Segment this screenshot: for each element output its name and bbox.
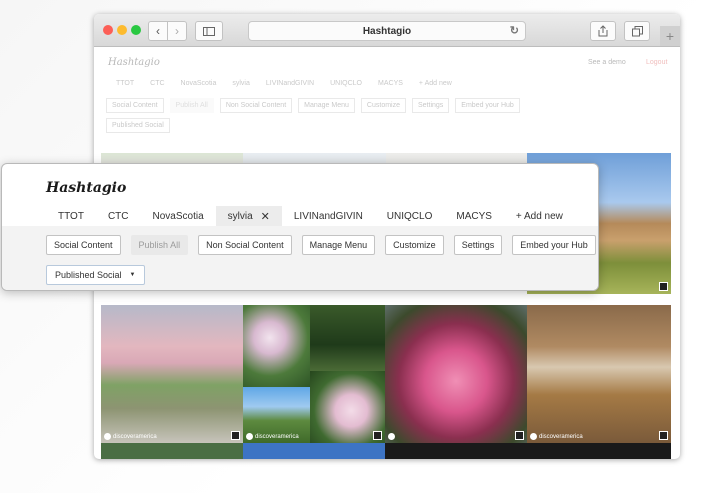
hub-toolbar-panel: Hashtagio TTOT CTC NovaScotia sylvia ✕ LI… xyxy=(1,163,599,291)
tab-ttot[interactable]: TTOT xyxy=(46,206,96,226)
bg-tab[interactable]: NovaScotia xyxy=(181,80,217,87)
bg-tab[interactable]: MACYS xyxy=(378,80,403,87)
bg-button[interactable]: Manage Menu xyxy=(298,98,355,113)
hashtagio-logo[interactable]: Hashtagio xyxy=(46,180,126,196)
settings-button[interactable]: Settings xyxy=(453,235,503,255)
photo-credit: discoveramerica xyxy=(530,433,583,440)
credit-text: discoveramerica xyxy=(113,433,157,440)
expand-icon[interactable] xyxy=(659,282,668,291)
tab-novascotia[interactable]: NovaScotia xyxy=(141,206,216,226)
tab-label: LIVINandGIVIN xyxy=(293,210,363,222)
bg-tab[interactable]: sylvia xyxy=(232,80,250,87)
action-button-row: Social Content Publish All Non Social Co… xyxy=(46,235,596,255)
tab-sylvia[interactable]: sylvia ✕ xyxy=(215,206,282,226)
address-bar[interactable]: Hashtagio ↻ xyxy=(248,21,526,41)
photo-credit: discoveramerica xyxy=(104,433,157,440)
tabs-overview-button[interactable] xyxy=(624,21,650,41)
new-tab-button[interactable]: + xyxy=(660,26,680,46)
credit-text: discoveramerica xyxy=(539,433,583,440)
close-window-icon[interactable] xyxy=(103,25,113,35)
background-button-row: Social Content Publish All Non Social Co… xyxy=(106,98,520,113)
reload-icon[interactable]: ↻ xyxy=(510,24,519,37)
back-arrow-icon: ‹ xyxy=(156,24,160,38)
user-avatar-icon xyxy=(104,433,111,440)
share-icon xyxy=(598,25,608,37)
user-avatar-icon xyxy=(246,433,253,440)
tab-label: UNIQCLO xyxy=(386,210,433,222)
bg-tab[interactable]: TTOT xyxy=(116,80,134,87)
bg-button: Publish All xyxy=(169,98,214,113)
manage-menu-button[interactable]: Manage Menu xyxy=(301,235,376,255)
expand-icon[interactable] xyxy=(373,431,382,440)
bg-button[interactable]: Customize xyxy=(360,98,406,113)
tab-label: + Add new xyxy=(515,210,563,222)
customize-button[interactable]: Customize xyxy=(385,235,444,255)
photo-tile-trees[interactable] xyxy=(310,305,385,371)
publish-all-button: Publish All xyxy=(130,235,189,255)
bg-published-select[interactable]: Published Social xyxy=(106,118,170,133)
expand-icon[interactable] xyxy=(231,431,240,440)
tab-macys[interactable]: MACYS xyxy=(444,206,504,226)
tab-label: CTC xyxy=(107,210,129,222)
expand-icon[interactable] xyxy=(659,431,668,440)
photo-credit xyxy=(388,433,395,440)
minimize-window-icon[interactable] xyxy=(117,25,127,35)
photo-tile-blossom[interactable] xyxy=(310,371,385,443)
bg-tab-add[interactable]: + Add new xyxy=(419,80,452,87)
user-avatar-icon xyxy=(530,433,537,440)
close-tab-icon[interactable]: ✕ xyxy=(261,210,270,223)
embed-hub-button[interactable]: Embed your Hub xyxy=(512,235,596,255)
background-tab-bar: TTOT CTC NovaScotia sylvia LIVINandGIVIN… xyxy=(116,80,452,87)
tabs-icon xyxy=(631,25,643,36)
back-button[interactable]: ‹ xyxy=(148,21,168,41)
share-button[interactable] xyxy=(590,21,616,41)
forward-arrow-icon: › xyxy=(175,24,179,38)
published-social-select[interactable]: Published Social ▼ xyxy=(46,265,145,285)
chevron-down-icon: ▼ xyxy=(129,272,136,278)
see-demo-link[interactable]: See a demo xyxy=(588,59,626,66)
credit-text: discoveramerica xyxy=(255,433,299,440)
logout-link[interactable]: Logout xyxy=(646,59,667,66)
user-avatar-icon xyxy=(388,433,395,440)
photo-tile-rhododendron[interactable] xyxy=(385,305,527,443)
tab-uniqclo[interactable]: UNIQCLO xyxy=(375,206,445,226)
maximize-window-icon[interactable] xyxy=(131,25,141,35)
tab-ctc[interactable]: CTC xyxy=(96,206,141,226)
bg-tab[interactable]: LIVINandGIVIN xyxy=(266,80,314,87)
bg-button[interactable]: Non Social Content xyxy=(219,98,293,113)
non-social-content-button[interactable]: Non Social Content xyxy=(198,235,292,255)
sidebar-icon xyxy=(203,26,215,36)
bg-tab[interactable]: UNIQCLO xyxy=(330,80,362,87)
photo-tile-road[interactable]: discoveramerica xyxy=(101,305,243,443)
tab-label: NovaScotia xyxy=(152,210,204,222)
photo-credit: discoveramerica xyxy=(246,433,299,440)
bg-button[interactable]: Settings xyxy=(412,98,450,113)
sidebar-toggle-button[interactable] xyxy=(195,21,223,41)
photo-tile-sign[interactable] xyxy=(101,443,243,459)
bg-button[interactable]: Embed your Hub xyxy=(455,98,520,113)
forward-button[interactable]: › xyxy=(167,21,187,41)
header-logo[interactable]: Hashtagio xyxy=(108,57,160,68)
tab-label: MACYS xyxy=(456,210,492,222)
photo-tile-sky[interactable]: discoveramerica xyxy=(243,387,310,443)
bg-button[interactable]: Social Content xyxy=(106,98,164,113)
tab-livinandgivin[interactable]: LIVINandGIVIN xyxy=(282,206,375,226)
tab-label: sylvia xyxy=(227,210,253,222)
address-bar-title: Hashtagio xyxy=(362,25,412,37)
photo-tile-flowers[interactable] xyxy=(243,305,310,387)
select-value: Published Social xyxy=(55,270,122,280)
add-new-tab-button[interactable]: + Add new xyxy=(504,206,575,226)
hub-tab-bar: TTOT CTC NovaScotia sylvia ✕ LIVINandGIVI… xyxy=(46,206,598,226)
bg-tab[interactable]: CTC xyxy=(150,80,164,87)
photo-tile-blue[interactable] xyxy=(243,443,385,459)
expand-icon[interactable] xyxy=(515,431,524,440)
plus-icon: + xyxy=(665,28,675,44)
social-content-button[interactable]: Social Content xyxy=(46,235,121,255)
photo-tile-dark[interactable] xyxy=(385,443,671,459)
tab-label: TTOT xyxy=(58,210,84,222)
browser-titlebar: ‹ › Hashtagio ↻ + xyxy=(94,14,680,47)
photo-tile-beer-flight[interactable]: discoveramerica xyxy=(527,305,671,443)
